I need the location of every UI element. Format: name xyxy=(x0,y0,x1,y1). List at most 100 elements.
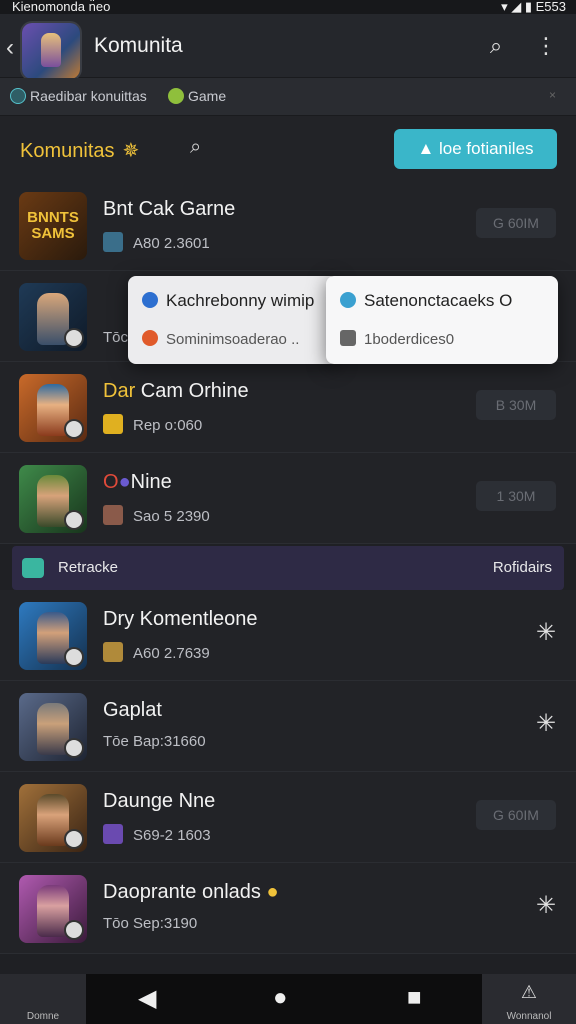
section-title-text: Komunitas xyxy=(20,140,115,162)
popup-item-label: 1boderdices0 xyxy=(364,331,455,348)
popup-item[interactable]: Satenonctacaeks O xyxy=(340,291,512,311)
gear-icon xyxy=(340,292,356,308)
character-figure xyxy=(37,612,69,664)
game-icon xyxy=(168,88,184,104)
item-title-text: Nine xyxy=(130,471,172,493)
back-triangle-icon[interactable]: ◀ xyxy=(138,984,156,1013)
item-meta: Sao 5 2390 xyxy=(103,505,210,525)
lock-icon xyxy=(142,292,158,308)
close-icon[interactable]: × xyxy=(549,88,556,102)
primary-action-label: loe fotianiles xyxy=(439,139,534,158)
item-meta: Tōe Bap:31660 xyxy=(103,733,206,750)
clock: E553 xyxy=(535,0,566,14)
item-title: Daunge Nne xyxy=(103,790,216,812)
character-figure xyxy=(37,794,69,846)
popup-item[interactable]: Sominimsoaderao .. xyxy=(142,330,299,348)
nav-tab-label: Domne xyxy=(26,1011,60,1022)
badge-icon xyxy=(66,922,82,938)
character-figure xyxy=(37,703,69,755)
character-figure xyxy=(37,475,69,527)
item-meta: A80 2.3601 xyxy=(103,232,210,252)
badge-icon xyxy=(66,740,82,756)
list-item[interactable]: Daoprante onlads ● Tōo Sep:3190 ✳ xyxy=(0,863,576,954)
item-title-prefix: Dar xyxy=(103,380,136,402)
popup-item-label: Kachrebonny wimip xyxy=(166,291,315,310)
popup-menu-right: Satenonctacaeks O 1boderdices0 xyxy=(326,276,558,364)
emoji-icon: ● xyxy=(266,881,279,903)
popup-item[interactable]: 1boderdices0 xyxy=(340,330,454,348)
item-title: Daoprante onlads ● xyxy=(103,881,279,904)
banner-link[interactable]: Rofidairs xyxy=(493,559,552,576)
badge-icon xyxy=(66,512,82,528)
primary-action-button[interactable]: ▲ loe fotianiles xyxy=(394,129,557,169)
item-title-text: Daoprante onlads xyxy=(103,881,261,903)
badge-icon xyxy=(66,330,82,346)
item-meta-text: A80 2.3601 xyxy=(133,235,210,252)
list-item[interactable]: Dar Cam Orhine Rep o:060 B 30M xyxy=(0,362,576,453)
list-item[interactable]: BNNTS SAMS Bnt Cak Garne A80 2.3601 G 60… xyxy=(0,180,576,271)
back-icon[interactable]: ‹ xyxy=(6,34,14,62)
item-title: Gaplat xyxy=(103,699,162,721)
home-circle-icon[interactable]: ● xyxy=(273,984,288,1012)
search-icon[interactable]: ⌕ xyxy=(190,136,201,159)
game-thumbnail xyxy=(19,283,87,351)
status-badge: B 30M xyxy=(476,390,556,420)
status-badge: G 60IM xyxy=(476,800,556,830)
list-item[interactable]: O●Nine Sao 5 2390 1 30M xyxy=(0,453,576,544)
list-item[interactable]: Gaplat Tōe Bap:31660 ✳ xyxy=(0,681,576,772)
item-meta-text: Sao 5 2390 xyxy=(133,508,210,525)
item-meta: A60 2.7639 xyxy=(103,642,210,662)
filter-bar: Raedibar konuittas Game × xyxy=(0,78,576,116)
star-icon[interactable]: ✳ xyxy=(536,891,556,920)
nav-tab-left[interactable]: Domne xyxy=(0,974,86,1024)
game-thumbnail xyxy=(19,602,87,670)
section-banner[interactable]: Retracke Rofidairs xyxy=(12,546,564,590)
play-icon xyxy=(22,558,44,578)
item-meta: S69-2 1603 xyxy=(103,824,211,844)
badge-icon xyxy=(66,421,82,437)
badge-icon xyxy=(66,649,82,665)
item-meta-text: Rep o:060 xyxy=(133,417,203,434)
circle-icon xyxy=(142,330,158,346)
more-vertical-icon[interactable]: ⋮ xyxy=(532,32,560,60)
star-icon[interactable]: ✳ xyxy=(536,709,556,738)
item-meta: Tōo Sep:3190 xyxy=(103,915,198,932)
nav-tab-right[interactable]: ⚠ Wonnanol xyxy=(482,974,576,1024)
filter-chip-community[interactable]: Raedibar konuittas xyxy=(10,88,147,104)
stack-icon xyxy=(340,330,356,346)
item-title-text: Cam Orhine xyxy=(135,380,249,402)
status-badge: G 60IM xyxy=(476,208,556,238)
item-title: Dry Komentleone xyxy=(103,608,258,630)
system-nav-bar: Domne ◀ ● ■ ⚠ Wonnanol xyxy=(0,974,576,1024)
banner-label: Retracke xyxy=(58,559,119,576)
item-meta-text: A60 2.7639 xyxy=(133,645,210,662)
character-figure xyxy=(37,885,69,937)
popup-item[interactable]: Kachrebonny wimip xyxy=(142,291,314,311)
app-avatar xyxy=(22,23,80,79)
game-thumbnail xyxy=(19,784,87,852)
game-thumbnail xyxy=(19,875,87,943)
list-item[interactable]: Daunge Nne S69-2 1603 G 60IM xyxy=(0,772,576,863)
thumbnail-logo-text: BNNTS SAMS xyxy=(27,209,79,242)
popup-item-label: Sominimsoaderao xyxy=(166,331,287,348)
popup-menu-left: Kachrebonny wimip Sominimsoaderao .. xyxy=(128,276,338,364)
list-item[interactable]: Dry Komentleone A60 2.7639 ✳ xyxy=(0,590,576,681)
item-title: Bnt Cak Garne xyxy=(103,198,236,220)
filter-chip-game[interactable]: Game xyxy=(168,88,226,104)
status-right-text: ▾ ◢ ▮ E553 xyxy=(501,0,566,14)
recents-square-icon[interactable]: ■ xyxy=(407,984,422,1012)
section-title: Komunitas ✵ xyxy=(20,138,139,163)
warning-icon: ▲ xyxy=(417,139,440,158)
item-title: Dar Cam Orhine xyxy=(103,380,249,403)
search-icon[interactable]: ⌕ xyxy=(482,32,510,60)
star-icon[interactable]: ✳ xyxy=(536,618,556,647)
badge-icon: ✵ xyxy=(122,140,140,162)
item-meta-text: S69-2 1603 xyxy=(133,827,211,844)
popup-item-label: Satenonctacaeks O xyxy=(364,291,513,310)
character-figure xyxy=(37,384,69,436)
item-meta-icon xyxy=(103,414,123,434)
item-meta-icon xyxy=(103,824,123,844)
game-thumbnail: BNNTS SAMS xyxy=(19,192,87,260)
item-meta-text: Tōc xyxy=(103,329,129,346)
item-title-prefix: O xyxy=(103,471,119,493)
